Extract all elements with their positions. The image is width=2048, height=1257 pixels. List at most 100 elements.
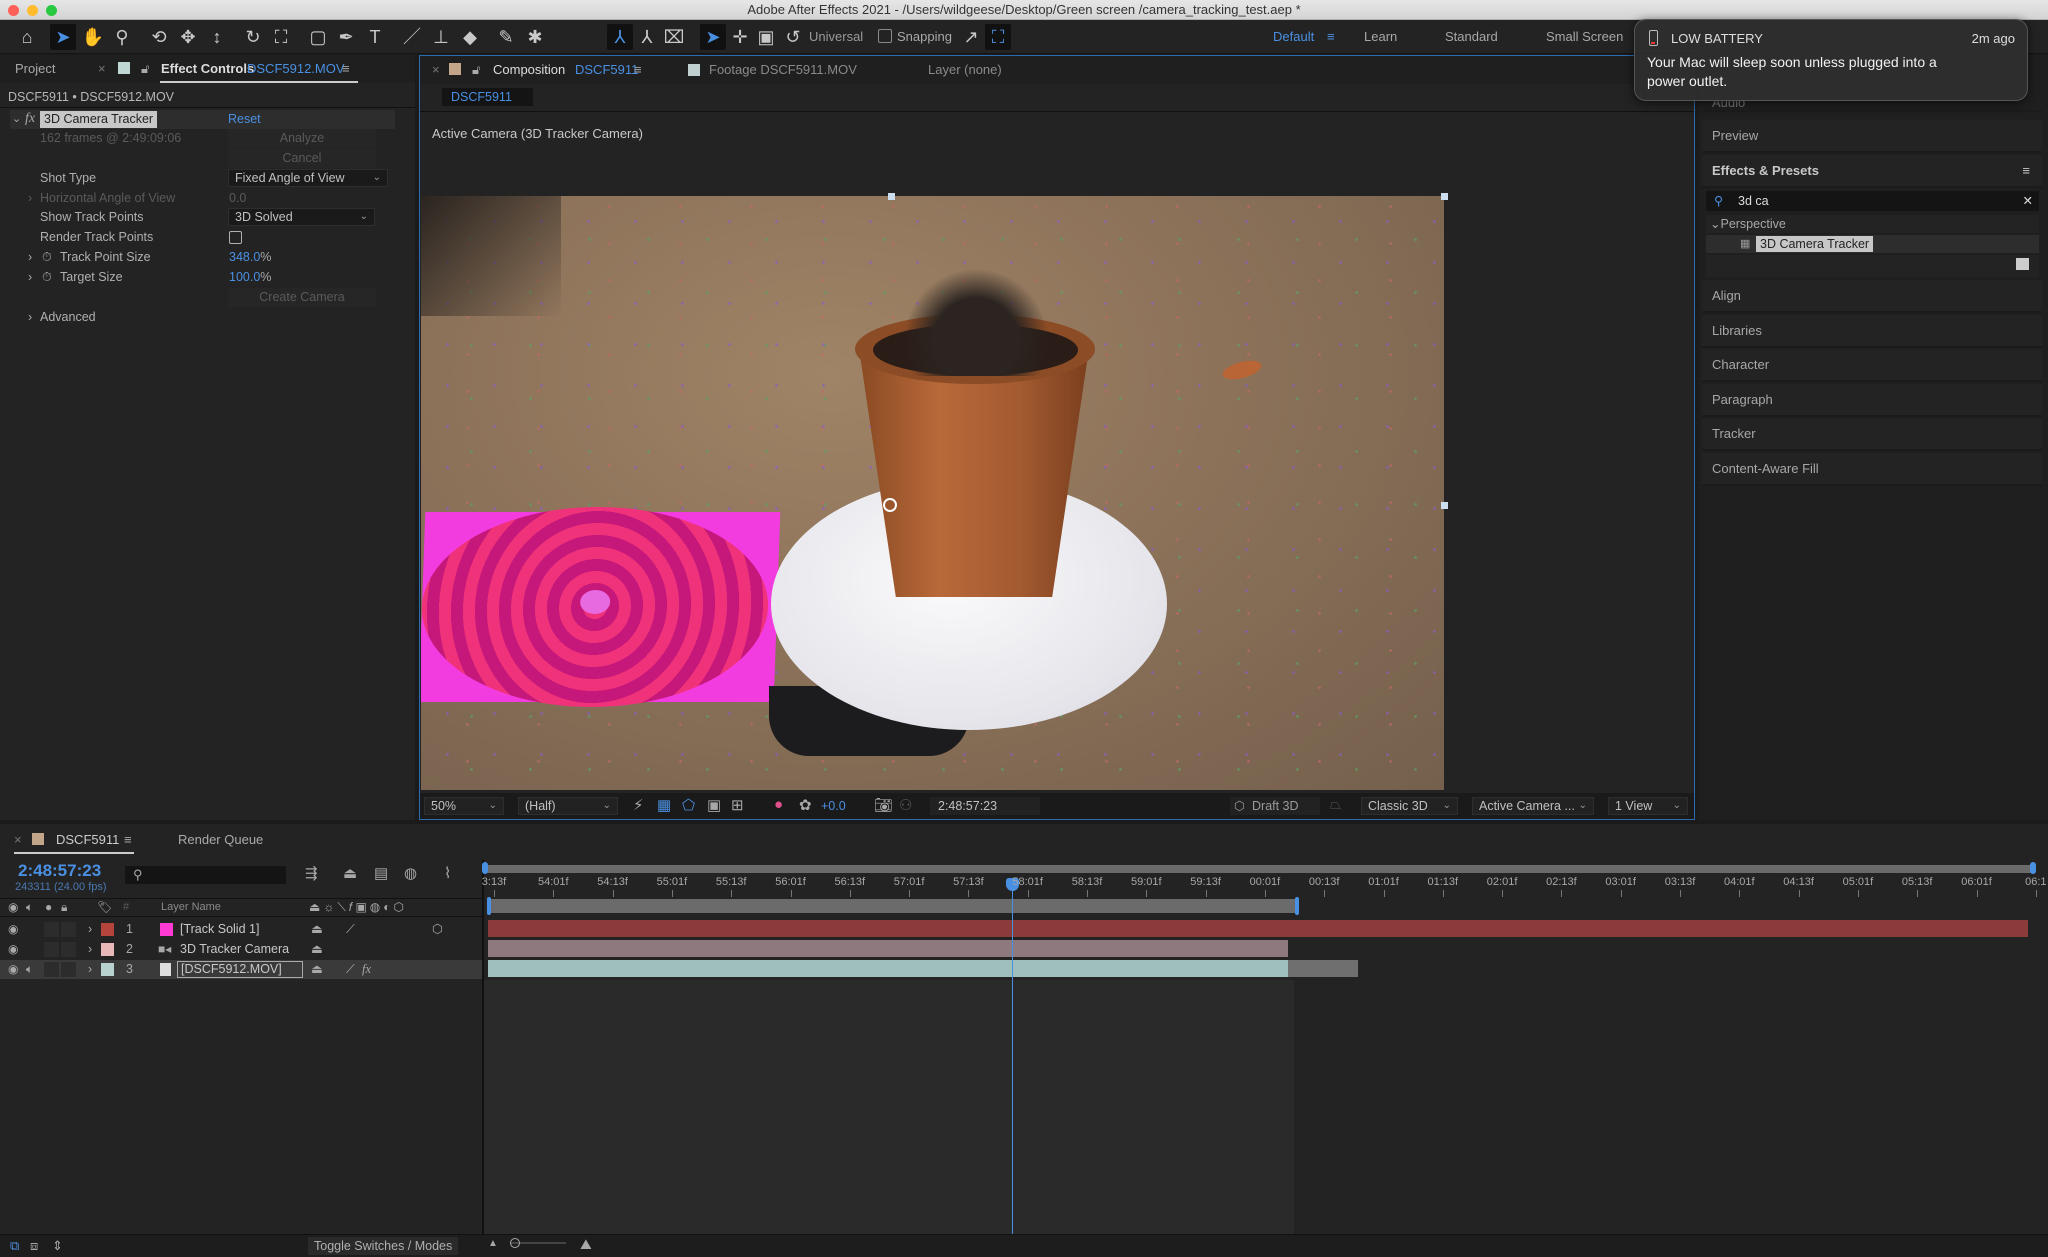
- workspace-standard[interactable]: Standard: [1445, 20, 1498, 54]
- panel-preview[interactable]: Preview: [1702, 120, 2042, 153]
- expand-chevron-icon[interactable]: ›: [28, 308, 32, 327]
- layer-bar-3[interactable]: [488, 960, 1288, 977]
- transfer-controls-pane-icon[interactable]: ⧈: [30, 1238, 38, 1254]
- visibility-eye-icon[interactable]: ◉: [8, 960, 18, 979]
- time-navigator[interactable]: [484, 865, 2034, 873]
- clear-search-icon[interactable]: ✕: [2023, 191, 2033, 211]
- workspace-learn[interactable]: Learn: [1364, 20, 1397, 54]
- panel-paragraph[interactable]: Paragraph: [1702, 384, 2042, 417]
- composition-name[interactable]: DSCF5911: [575, 56, 638, 84]
- effect-controls-file[interactable]: DSCF5912.MOV: [247, 55, 345, 83]
- zoom-in-icon[interactable]: ⛰: [580, 1236, 592, 1253]
- layer-bar-2[interactable]: [488, 940, 1288, 957]
- fx-toggle-icon[interactable]: fx: [25, 111, 35, 127]
- layer-handle[interactable]: [1441, 193, 1448, 200]
- tab-effect-controls[interactable]: Effect Controls: [161, 55, 254, 83]
- label-tag-icon[interactable]: 🏷︎: [97, 900, 112, 914]
- move-gizmo-icon[interactable]: ✛: [727, 24, 753, 50]
- view-axis-mode-icon[interactable]: ⌧: [661, 24, 687, 50]
- shot-type-dropdown[interactable]: Fixed Angle of View ⌄: [228, 169, 388, 187]
- extend-grid-icon[interactable]: ⛶: [985, 24, 1011, 50]
- camera-view-dropdown[interactable]: Active Camera ... ⌄: [1472, 797, 1594, 815]
- hand-tool-icon[interactable]: ✋: [80, 24, 106, 50]
- workspace-default[interactable]: Default: [1273, 20, 1314, 54]
- shy-switch-icon[interactable]: ⏏: [311, 960, 323, 979]
- video-visibility-icon[interactable]: ◉: [8, 900, 18, 914]
- track-solid-layer[interactable]: [421, 507, 781, 707]
- panel-content-aware-fill[interactable]: Content-Aware Fill: [1702, 453, 2042, 486]
- zoom-slider-thumb[interactable]: [510, 1238, 520, 1248]
- panel-effects-presets[interactable]: Effects & Presets ≡: [1702, 155, 2042, 188]
- low-battery-notification[interactable]: LOW BATTERY 2m ago Your Mac will sleep s…: [1634, 19, 2028, 101]
- layer-bar-1[interactable]: [488, 920, 2028, 937]
- layer-row-1[interactable]: ◉ › 1 [Track Solid 1] ⏏ ⟋ ⬡: [0, 920, 484, 939]
- effect-result-3d-camera-tracker[interactable]: 3D Camera Tracker: [1756, 236, 1874, 252]
- close-window-button[interactable]: [8, 5, 19, 16]
- track-point-size-field[interactable]: 348.0%: [229, 248, 271, 267]
- tab-timeline-comp[interactable]: DSCF5911: [56, 826, 119, 854]
- stopwatch-icon[interactable]: ⏱︎: [42, 248, 52, 267]
- toggle-switches-modes-button[interactable]: Toggle Switches / Modes: [308, 1237, 459, 1255]
- panel-align[interactable]: Align: [1702, 280, 2042, 313]
- panel-menu-icon[interactable]: ≡: [2022, 155, 2030, 187]
- graph-editor-icon[interactable]: ⌇: [444, 864, 451, 882]
- orbit-camera-icon[interactable]: ⟲: [146, 24, 172, 50]
- layer-row-2[interactable]: ◉ › 2 ■◂ 3D Tracker Camera ⏏: [0, 940, 484, 959]
- region-of-interest-icon[interactable]: ▣: [707, 796, 721, 814]
- expand-chevron-icon[interactable]: ›: [88, 960, 92, 979]
- snapping-checkbox[interactable]: [878, 29, 892, 43]
- rotation-tool-icon[interactable]: ↻: [240, 24, 266, 50]
- pan-behind-tool-icon[interactable]: ⛶: [268, 24, 294, 50]
- layer-name[interactable]: 3D Tracker Camera: [180, 940, 289, 959]
- comp-flowchart-icon[interactable]: ⇶: [305, 864, 318, 882]
- current-time-indicator[interactable]: [1012, 878, 1013, 1234]
- camera-select-icon[interactable]: ➤: [700, 24, 726, 50]
- frame-blending-icon[interactable]: ▤: [374, 864, 388, 882]
- lock-icon[interactable]: 🔓︎: [141, 55, 149, 83]
- expand-chevron-icon[interactable]: ›: [28, 189, 32, 208]
- resolution-dropdown[interactable]: (Half) ⌄: [518, 797, 618, 815]
- comp-breadcrumb[interactable]: DSCF5911: [442, 88, 533, 106]
- cancel-button[interactable]: Cancel: [228, 149, 376, 168]
- new-folder-icon[interactable]: [2016, 258, 2029, 270]
- visibility-eye-icon[interactable]: ◉: [8, 940, 18, 959]
- tab-layer[interactable]: Layer (none): [928, 56, 1002, 84]
- snapshot-icon[interactable]: 📷︎: [874, 796, 893, 814]
- tab-render-queue[interactable]: Render Queue: [178, 826, 263, 854]
- panel-menu-icon[interactable]: ≡: [634, 56, 642, 84]
- layer-name-column-header[interactable]: Layer Name: [161, 901, 221, 913]
- work-area-start[interactable]: [487, 897, 491, 915]
- current-time-display[interactable]: 2:48:57:23: [930, 797, 1040, 815]
- view-layout-dropdown[interactable]: 1 View ⌄: [1608, 797, 1688, 815]
- ground-plane-icon[interactable]: ⏢: [1330, 796, 1341, 813]
- close-tab-icon[interactable]: ×: [432, 56, 440, 84]
- snap-icon[interactable]: ↗: [958, 24, 984, 50]
- brush-tool-icon[interactable]: ／: [399, 24, 425, 50]
- mask-visibility-icon[interactable]: ⬠: [682, 796, 695, 814]
- tab-composition[interactable]: Composition: [493, 56, 565, 84]
- roto-brush-tool-icon[interactable]: ✎: [493, 24, 519, 50]
- effect-switch-icon[interactable]: fx: [362, 960, 371, 979]
- anchor-point-icon[interactable]: [883, 498, 897, 512]
- expand-chevron-icon[interactable]: ›: [28, 268, 32, 287]
- clone-stamp-tool-icon[interactable]: ⊥: [428, 24, 454, 50]
- tab-project[interactable]: Project: [15, 55, 55, 83]
- home-icon[interactable]: ⌂: [14, 24, 40, 50]
- rectangle-tool-icon[interactable]: ▢: [305, 24, 331, 50]
- close-tab-icon[interactable]: ×: [14, 826, 22, 854]
- draft-3d-toggle[interactable]: ⬡ Draft 3D: [1230, 797, 1320, 815]
- selection-tool-icon[interactable]: ➤: [50, 24, 76, 50]
- zoom-tool-icon[interactable]: ⚲: [109, 24, 135, 50]
- shy-layers-icon[interactable]: ⏏: [343, 864, 357, 882]
- tab-footage[interactable]: Footage DSCF5911.MOV: [709, 56, 857, 84]
- work-area-end[interactable]: [1295, 897, 1299, 915]
- render-track-points-checkbox[interactable]: [229, 231, 242, 244]
- lock-column-icon[interactable]: 🔒︎: [61, 900, 67, 915]
- zoom-window-button[interactable]: [46, 5, 57, 16]
- layer-switches-pane-icon[interactable]: ⧉: [10, 1238, 19, 1254]
- label-color[interactable]: [101, 923, 114, 936]
- local-axis-mode-icon[interactable]: ⅄: [607, 24, 633, 50]
- reset-exposure-icon[interactable]: ✿: [799, 796, 812, 814]
- timeline-search-input[interactable]: ⚲: [125, 866, 286, 884]
- layer-row-3[interactable]: ◉ 🔈︎ › 3 [DSCF5912.MOV] ⏏ ⟋ fx: [0, 960, 484, 979]
